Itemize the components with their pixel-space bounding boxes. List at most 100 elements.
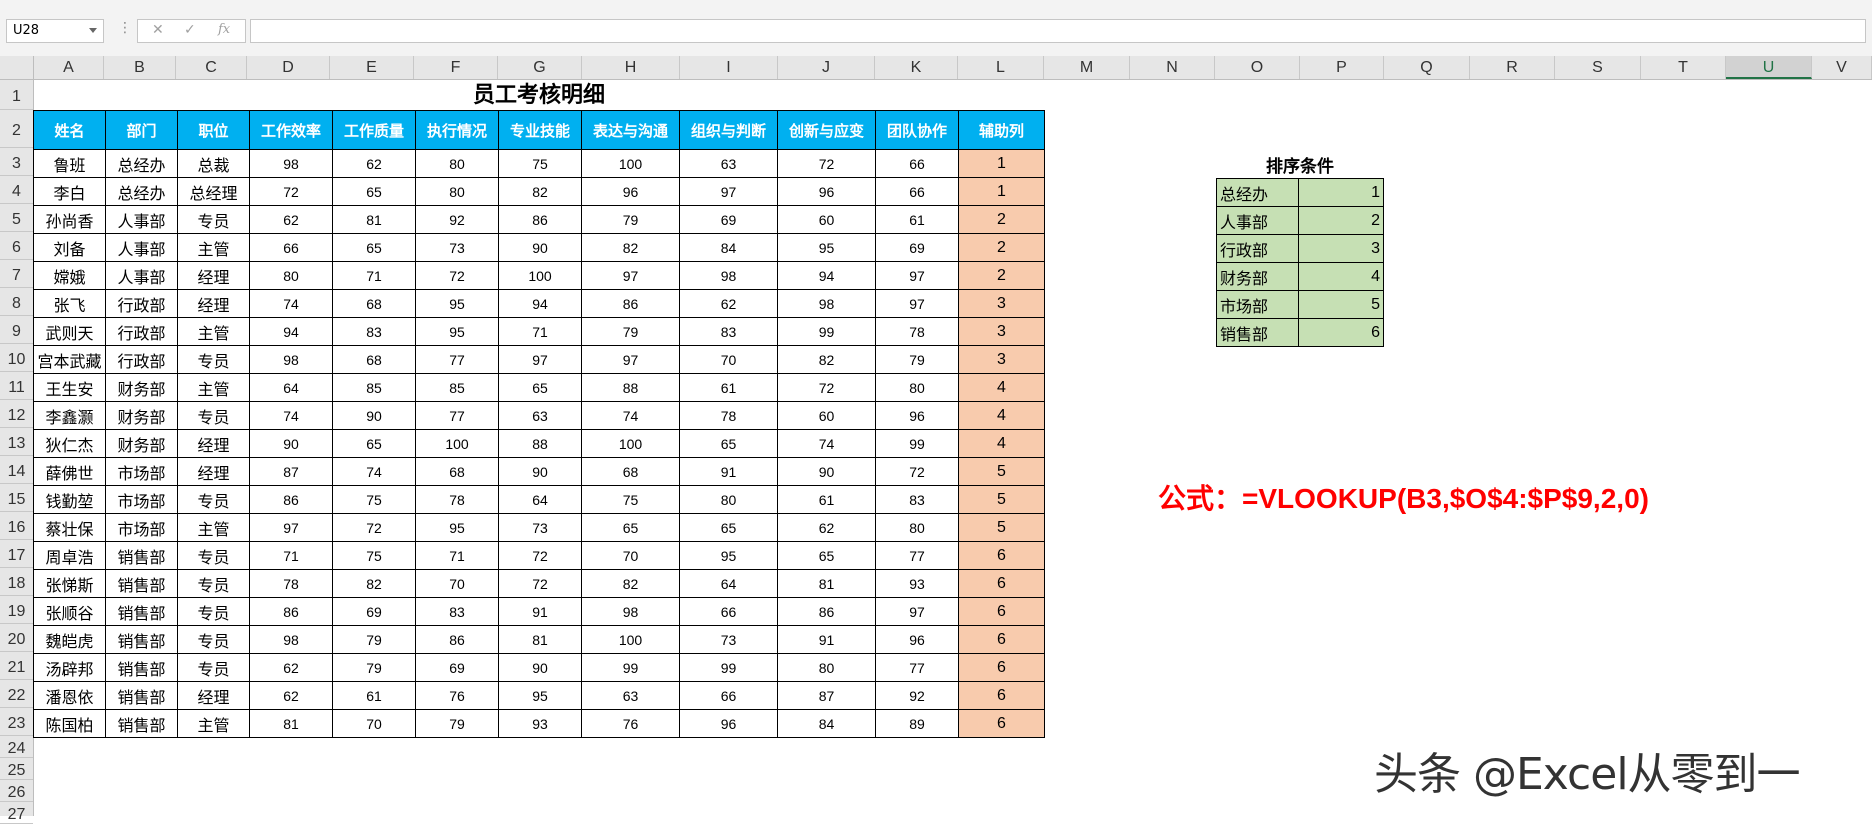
row-header-9[interactable]: 9 [0,316,33,344]
helper-column-cell[interactable]: 3 [958,345,1045,374]
table-cell[interactable]: 72 [498,569,582,598]
table-cell[interactable]: 86 [249,485,333,514]
table-cell[interactable]: 90 [498,233,582,262]
table-cell[interactable]: 97 [679,177,778,206]
table-cell[interactable]: 63 [498,401,582,430]
table-cell[interactable]: 99 [777,317,876,346]
table-cell[interactable]: 64 [679,569,778,598]
column-title-cell[interactable]: 辅助列 [958,110,1045,150]
row-header-8[interactable]: 8 [0,288,33,316]
table-cell[interactable]: 97 [498,345,582,374]
table-cell[interactable]: 主管 [177,373,250,402]
table-cell[interactable]: 专员 [177,401,250,430]
helper-column-cell[interactable]: 3 [958,317,1045,346]
table-cell[interactable]: 90 [332,401,416,430]
table-cell[interactable]: 85 [332,373,416,402]
table-cell[interactable]: 90 [498,653,582,682]
table-cell[interactable]: 91 [777,625,876,654]
column-header-r[interactable]: R [1470,56,1555,79]
order-cell[interactable]: 4 [1298,262,1384,291]
table-cell[interactable]: 77 [415,345,499,374]
row-header-20[interactable]: 20 [0,624,33,652]
table-cell[interactable]: 79 [415,709,499,738]
table-cell[interactable]: 主管 [177,513,250,542]
table-cell[interactable]: 总经办 [105,177,178,206]
table-cell[interactable]: 80 [415,177,499,206]
table-cell[interactable]: 刘备 [33,233,106,262]
table-cell[interactable]: 65 [332,177,416,206]
table-cell[interactable]: 人事部 [105,233,178,262]
table-cell[interactable]: 74 [777,429,876,458]
table-cell[interactable]: 68 [332,289,416,318]
row-header-6[interactable]: 6 [0,232,33,260]
table-cell[interactable]: 79 [875,345,959,374]
row-header-19[interactable]: 19 [0,596,33,624]
table-cell[interactable]: 95 [415,513,499,542]
department-cell[interactable]: 财务部 [1216,262,1299,291]
table-cell[interactable]: 90 [777,457,876,486]
table-cell[interactable]: 专员 [177,625,250,654]
table-cell[interactable]: 100 [415,429,499,458]
table-cell[interactable]: 65 [332,429,416,458]
table-cell[interactable]: 81 [249,709,333,738]
table-cell[interactable]: 专员 [177,541,250,570]
table-cell[interactable]: 86 [777,597,876,626]
table-cell[interactable]: 100 [498,261,582,290]
table-cell[interactable]: 99 [875,429,959,458]
column-header-n[interactable]: N [1130,56,1215,79]
table-cell[interactable]: 84 [679,233,778,262]
table-cell[interactable]: 汤辟邦 [33,653,106,682]
table-cell[interactable]: 79 [581,205,680,234]
table-cell[interactable]: 95 [679,541,778,570]
table-cell[interactable]: 63 [679,149,778,178]
table-cell[interactable]: 狄仁杰 [33,429,106,458]
table-cell[interactable]: 94 [498,289,582,318]
table-cell[interactable]: 96 [875,401,959,430]
table-cell[interactable]: 66 [249,233,333,262]
table-cell[interactable]: 张顺谷 [33,597,106,626]
column-header-g[interactable]: G [498,56,582,79]
table-cell[interactable]: 68 [332,345,416,374]
table-cell[interactable]: 70 [581,541,680,570]
table-cell[interactable]: 60 [777,401,876,430]
table-cell[interactable]: 99 [581,653,680,682]
table-cell[interactable]: 财务部 [105,401,178,430]
column-header-s[interactable]: S [1555,56,1641,79]
table-cell[interactable]: 91 [498,597,582,626]
table-cell[interactable]: 86 [415,625,499,654]
helper-column-cell[interactable]: 4 [958,401,1045,430]
table-cell[interactable]: 98 [249,625,333,654]
table-cell[interactable]: 69 [332,597,416,626]
table-cell[interactable]: 61 [875,205,959,234]
table-cell[interactable]: 92 [875,681,959,710]
column-header-e[interactable]: E [330,56,414,79]
table-cell[interactable]: 65 [332,233,416,262]
table-cell[interactable]: 94 [777,261,876,290]
row-header-1[interactable]: 1 [0,80,33,110]
column-title-cell[interactable]: 工作效率 [249,110,333,150]
table-cell[interactable]: 86 [249,597,333,626]
table-cell[interactable]: 88 [498,429,582,458]
table-cell[interactable]: 75 [332,485,416,514]
department-cell[interactable]: 总经办 [1216,178,1299,207]
table-cell[interactable]: 65 [679,429,778,458]
table-cell[interactable]: 83 [332,317,416,346]
table-cell[interactable]: 91 [679,457,778,486]
table-cell[interactable]: 主管 [177,709,250,738]
table-cell[interactable]: 96 [875,625,959,654]
department-cell[interactable]: 行政部 [1216,234,1299,263]
department-cell[interactable]: 市场部 [1216,290,1299,319]
table-cell[interactable]: 93 [498,709,582,738]
helper-column-cell[interactable]: 2 [958,205,1045,234]
row-header-13[interactable]: 13 [0,428,33,456]
table-cell[interactable]: 69 [415,653,499,682]
order-cell[interactable]: 3 [1298,234,1384,263]
column-title-cell[interactable]: 职位 [177,110,250,150]
table-cell[interactable]: 销售部 [105,597,178,626]
helper-column-cell[interactable]: 5 [958,485,1045,514]
table-cell[interactable]: 98 [249,149,333,178]
table-cell[interactable]: 销售部 [105,541,178,570]
table-cell[interactable]: 70 [415,569,499,598]
helper-column-cell[interactable]: 5 [958,457,1045,486]
table-cell[interactable]: 66 [875,177,959,206]
